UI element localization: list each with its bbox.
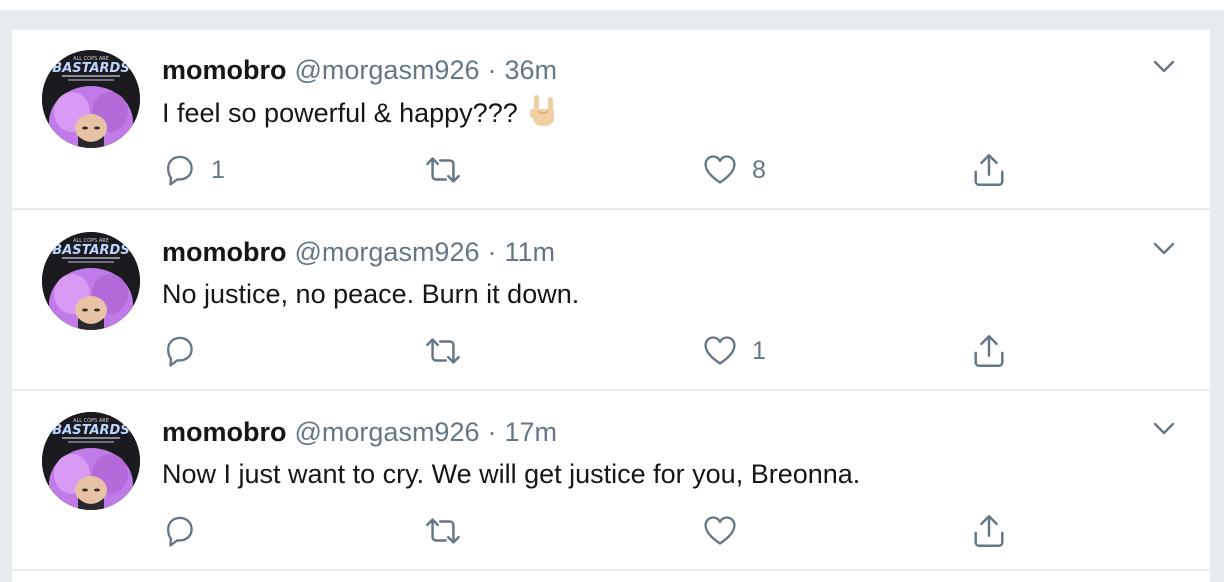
chevron-down-icon[interactable] bbox=[1150, 52, 1178, 80]
tweet-text: I feel so powerful & happy??? bbox=[162, 93, 558, 136]
heart-icon bbox=[702, 333, 738, 369]
reply-icon bbox=[161, 333, 197, 369]
tweet-header: momobro @morgasm926 · 17m bbox=[162, 414, 557, 450]
separator: · bbox=[487, 417, 497, 447]
share-icon bbox=[970, 512, 1008, 550]
heart-icon bbox=[702, 152, 738, 188]
like-count: 8 bbox=[752, 155, 766, 184]
retweet-button[interactable] bbox=[424, 331, 476, 371]
tweet-text: No justice, no peace. Burn it down. bbox=[162, 279, 580, 309]
like-button[interactable]: 1 bbox=[702, 331, 766, 371]
timestamp[interactable]: 36m bbox=[504, 55, 557, 85]
like-count: 1 bbox=[752, 336, 766, 365]
retweet-button[interactable] bbox=[424, 511, 476, 551]
reply-button[interactable] bbox=[161, 331, 211, 371]
reply-icon bbox=[161, 513, 197, 549]
reply-button[interactable] bbox=[161, 511, 211, 551]
tweet-header: momobro @morgasm926 · 36m bbox=[162, 52, 557, 88]
avatar[interactable] bbox=[42, 232, 140, 330]
share-icon bbox=[970, 151, 1008, 189]
reply-icon bbox=[161, 152, 197, 188]
display-name[interactable]: momobro bbox=[162, 55, 287, 85]
like-button[interactable] bbox=[702, 511, 752, 551]
share-button[interactable] bbox=[970, 511, 1008, 551]
tweet-feed: momobro @morgasm926 · 36m I feel so powerfu… bbox=[12, 30, 1210, 582]
separator: · bbox=[487, 55, 497, 85]
avatar[interactable] bbox=[42, 50, 140, 148]
sign-of-horns-icon bbox=[528, 93, 558, 136]
retweet-icon bbox=[424, 512, 462, 550]
timestamp[interactable]: 11m bbox=[504, 237, 555, 267]
top-strip bbox=[0, 0, 1224, 10]
timestamp[interactable]: 17m bbox=[504, 417, 557, 447]
retweet-icon bbox=[424, 151, 462, 189]
retweet-icon bbox=[424, 332, 462, 370]
reply-count: 1 bbox=[211, 155, 225, 184]
heart-icon bbox=[702, 513, 738, 549]
tweet-text: Now I just want to cry. We will get just… bbox=[162, 459, 861, 489]
display-name[interactable]: momobro bbox=[162, 417, 287, 447]
tweet[interactable]: momobro @morgasm926 · 17m Now I just want t… bbox=[12, 391, 1210, 569]
tweet[interactable]: momobro @morgasm926 · 11m No justice, no pe… bbox=[12, 210, 1210, 388]
divider bbox=[12, 569, 1210, 571]
display-name[interactable]: momobro bbox=[162, 237, 287, 267]
avatar[interactable] bbox=[42, 412, 140, 510]
separator: · bbox=[487, 237, 497, 267]
chevron-down-icon[interactable] bbox=[1150, 234, 1178, 262]
share-button[interactable] bbox=[970, 150, 1008, 190]
share-button[interactable] bbox=[970, 331, 1008, 371]
tweet[interactable]: momobro @morgasm926 · 36m I feel so powerfu… bbox=[12, 30, 1210, 208]
share-icon bbox=[970, 332, 1008, 370]
user-handle[interactable]: @morgasm926 bbox=[295, 55, 480, 85]
tweet-text-content: I feel so powerful & happy??? bbox=[162, 98, 518, 128]
tweet-header: momobro @morgasm926 · 11m bbox=[162, 234, 555, 270]
user-handle[interactable]: @morgasm926 bbox=[295, 417, 480, 447]
like-button[interactable]: 8 bbox=[702, 150, 766, 190]
chevron-down-icon[interactable] bbox=[1150, 414, 1178, 442]
reply-button[interactable]: 1 bbox=[161, 150, 225, 190]
retweet-button[interactable] bbox=[424, 150, 476, 190]
user-handle[interactable]: @morgasm926 bbox=[295, 237, 480, 267]
